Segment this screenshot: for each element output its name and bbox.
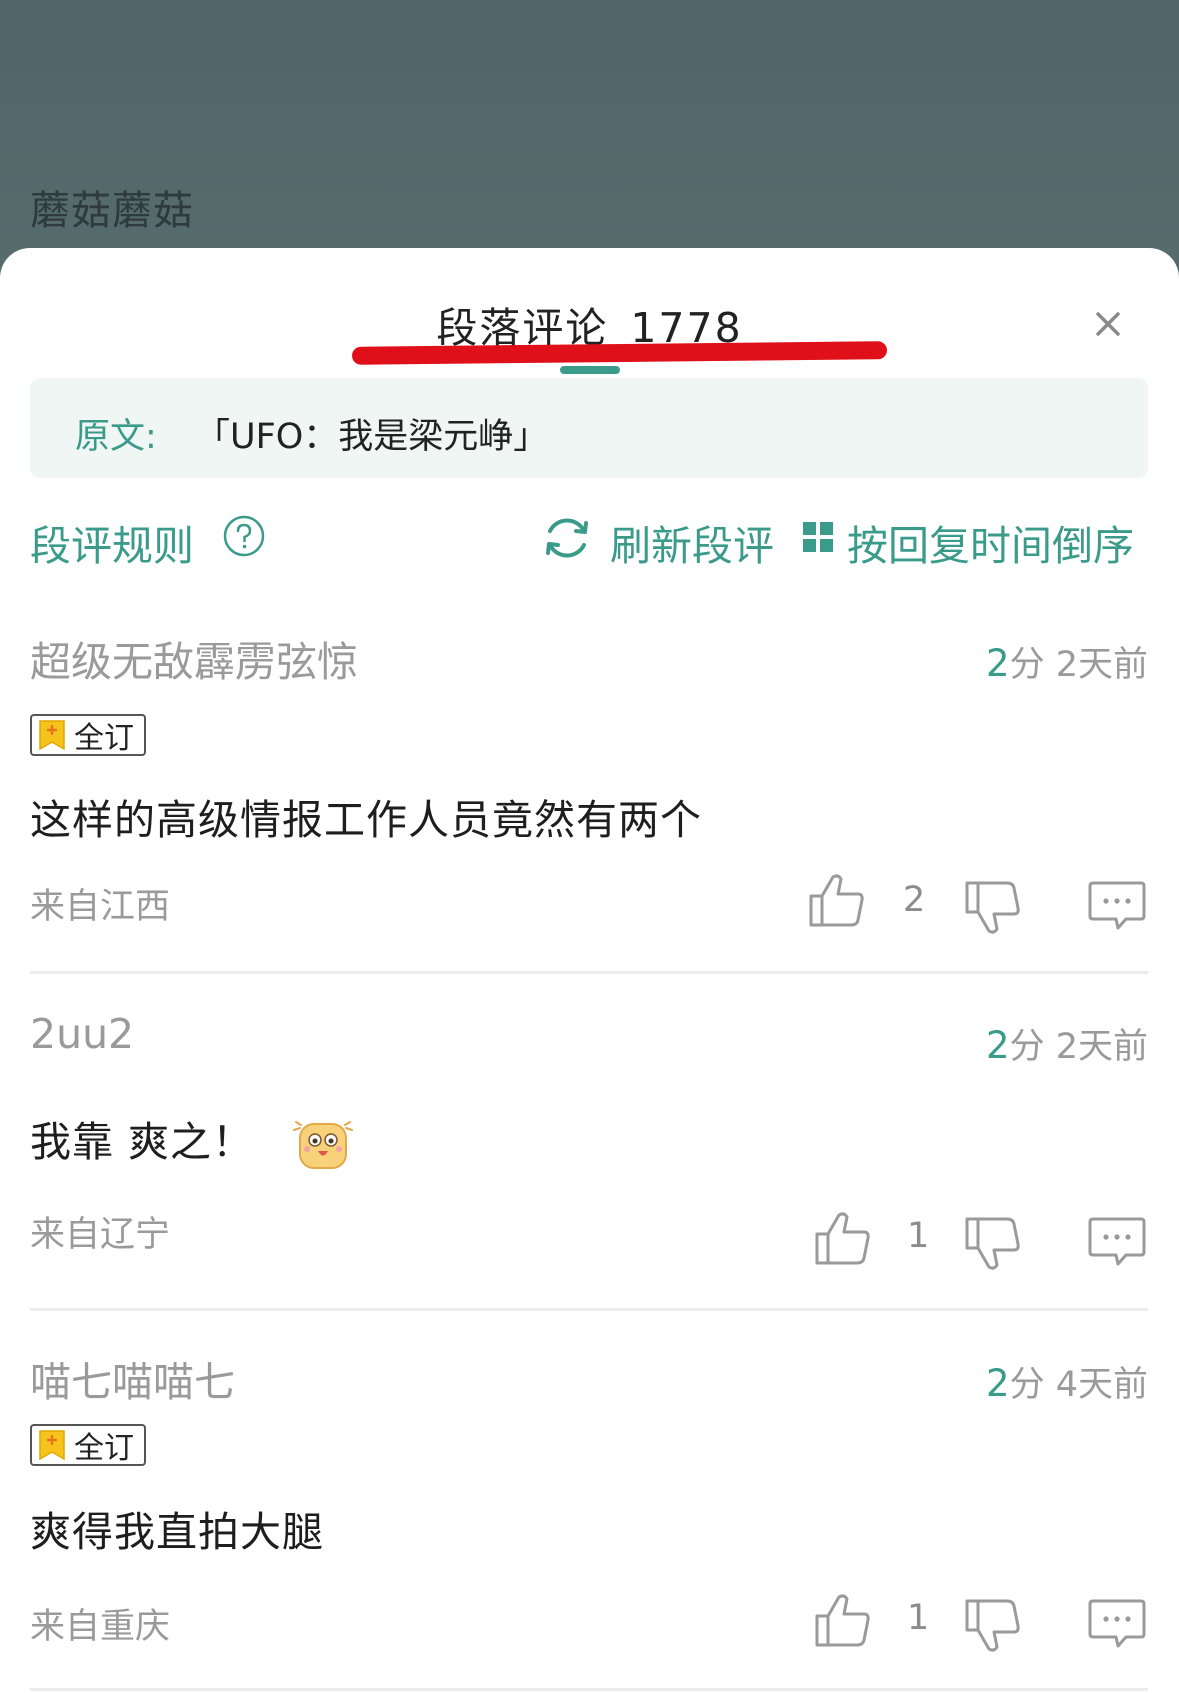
comment-text-row: 我靠 爽之！ xyxy=(30,1108,354,1172)
refresh-icon[interactable] xyxy=(540,511,594,565)
badge-text: 全订 xyxy=(74,1431,134,1466)
sort-order-button[interactable]: 按回复时间倒序 xyxy=(847,512,1134,572)
comment-text: 我靠 爽之！ xyxy=(30,1118,255,1166)
like-count: 1 xyxy=(907,1598,930,1638)
comment-time: 4天前 xyxy=(1055,1365,1148,1405)
thumbs-up-icon[interactable] xyxy=(814,1592,872,1648)
like-count: 1 xyxy=(907,1216,930,1256)
reply-comment-icon[interactable] xyxy=(1088,880,1146,932)
background-page: 蘑菇蘑菇 xyxy=(0,0,1179,260)
reply-comment-icon[interactable] xyxy=(1088,1216,1146,1268)
like-count: 2 xyxy=(903,880,926,920)
divider xyxy=(30,1308,1148,1311)
reply-comment-icon[interactable] xyxy=(1088,1598,1146,1650)
happy-emoji-sticker-icon xyxy=(293,1121,354,1169)
comment-username[interactable]: 超级无敌霹雳弦惊 xyxy=(30,628,358,688)
score-unit: 分 xyxy=(1009,645,1045,685)
help-icon[interactable] xyxy=(222,514,266,558)
comment-location: 来自重庆 xyxy=(30,1607,171,1647)
quote-label: 原文: xyxy=(75,417,157,457)
quote-text: 「UFO：我是梁元峥」 xyxy=(195,417,549,457)
comment-meta: 2分 2天前 xyxy=(986,1018,1148,1069)
divider xyxy=(30,971,1148,974)
drag-handle[interactable] xyxy=(560,366,620,374)
comment-location: 来自辽宁 xyxy=(30,1215,171,1255)
comment-item: 喵七喵喵七 2分 4天前 全订 爽得我直拍大腿 来自重庆 1 xyxy=(0,1348,1179,1688)
original-quote-box: 原文: 「UFO：我是梁元峥」 xyxy=(30,378,1148,478)
background-author-name: 蘑菇蘑菇 xyxy=(30,188,194,234)
comment-item: 2uu2 2分 2天前 我靠 爽之！ 来自辽宁 1 xyxy=(0,1010,1179,1310)
grid-sort-icon[interactable] xyxy=(802,521,834,553)
score-unit: 分 xyxy=(1009,1365,1045,1405)
comment-username[interactable]: 喵七喵喵七 xyxy=(30,1348,235,1408)
comment-text: 这样的高级情报工作人员竟然有两个 xyxy=(30,796,702,844)
thumbs-up-icon[interactable] xyxy=(808,872,866,928)
thumbs-down-icon[interactable] xyxy=(964,1216,1022,1272)
thumbs-down-icon[interactable] xyxy=(964,880,1022,936)
comment-score: 2 xyxy=(986,1024,1010,1067)
badge-text: 全订 xyxy=(74,721,134,756)
comments-sheet: 段落评论 1778 原文: 「UFO：我是梁元峥」 段评规则 刷新段评 按回复时间… xyxy=(0,248,1179,1693)
comment-meta: 2分 2天前 xyxy=(986,636,1148,687)
close-icon[interactable] xyxy=(1086,302,1130,346)
comment-time: 2天前 xyxy=(1055,645,1148,685)
subscription-badge: 全订 xyxy=(30,1424,146,1466)
comment-text: 爽得我直拍大腿 xyxy=(30,1508,324,1556)
comment-meta: 2分 4天前 xyxy=(986,1356,1148,1407)
comment-time: 2天前 xyxy=(1055,1027,1148,1067)
comment-username[interactable]: 2uu2 xyxy=(30,1010,134,1058)
comment-score: 2 xyxy=(986,1362,1010,1405)
thumbs-up-icon[interactable] xyxy=(814,1210,872,1266)
bookmark-badge-icon xyxy=(39,1430,65,1461)
refresh-comments-button[interactable]: 刷新段评 xyxy=(610,512,774,572)
score-unit: 分 xyxy=(1009,1027,1045,1067)
bookmark-badge-icon xyxy=(39,720,65,751)
comment-score: 2 xyxy=(986,642,1010,685)
thumbs-down-icon[interactable] xyxy=(964,1598,1022,1654)
divider xyxy=(30,1688,1148,1691)
comment-location: 来自江西 xyxy=(30,887,171,927)
subscription-badge: 全订 xyxy=(30,714,146,756)
rules-link[interactable]: 段评规则 xyxy=(30,512,194,572)
